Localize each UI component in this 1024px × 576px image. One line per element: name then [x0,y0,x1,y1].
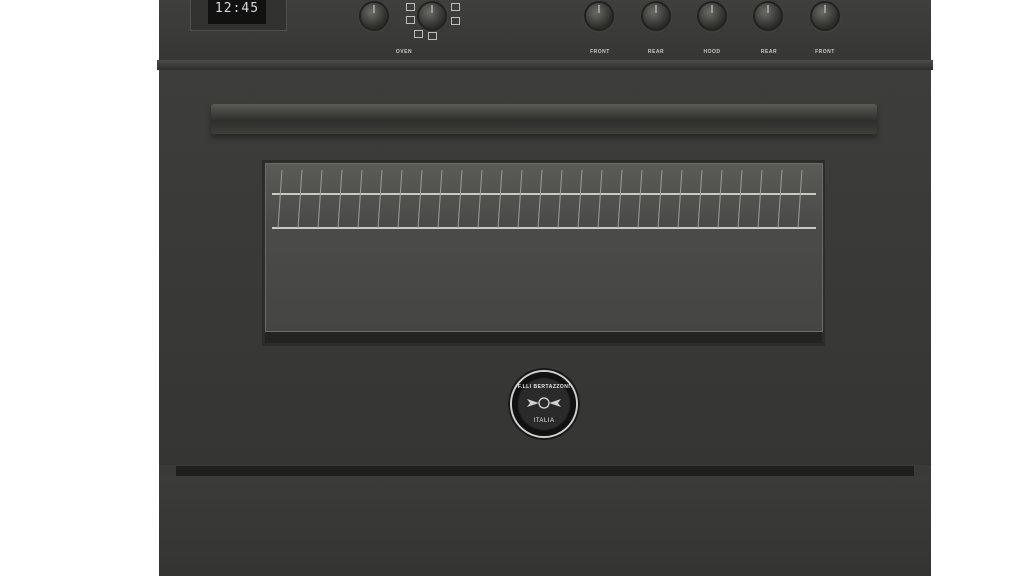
badge-origin-text: ITALIA [533,418,555,424]
mode-icon [451,3,460,11]
drawer-gap [176,466,914,476]
panel-trim [157,60,933,70]
rack-wires [277,169,803,229]
burner-knob-rear-left[interactable] [643,3,669,29]
storage-drawer[interactable] [159,476,931,576]
burner-knob-hood[interactable] [699,3,725,29]
thermostat-knob[interactable] [361,3,387,29]
door-handle[interactable] [211,104,877,134]
burner-label: FRONT [815,49,835,55]
burner-label: FRONT [590,49,610,55]
burner-label: REAR [647,49,665,55]
burner-label: REAR [760,49,778,55]
oven-mode-knob[interactable] [419,3,445,29]
badge-brand-text: F.LLI BERTAZZONI [517,384,571,390]
burner-knob-front-right[interactable] [812,3,838,29]
mode-icon [406,3,415,11]
mode-icon [406,16,415,24]
mode-icon [428,32,437,40]
burner-knob-rear-right[interactable] [755,3,781,29]
brand-badge: F.LLI BERTAZZONI ITALIA [512,372,576,436]
clock-display: 12:45 [208,0,266,24]
mode-icon [414,30,423,38]
burner-knob-front-left[interactable] [586,3,612,29]
winged-logo-icon [527,397,561,409]
mode-icon [451,17,460,25]
burner-label: HOOD [703,49,721,55]
oven-label: OVEN [395,49,413,55]
